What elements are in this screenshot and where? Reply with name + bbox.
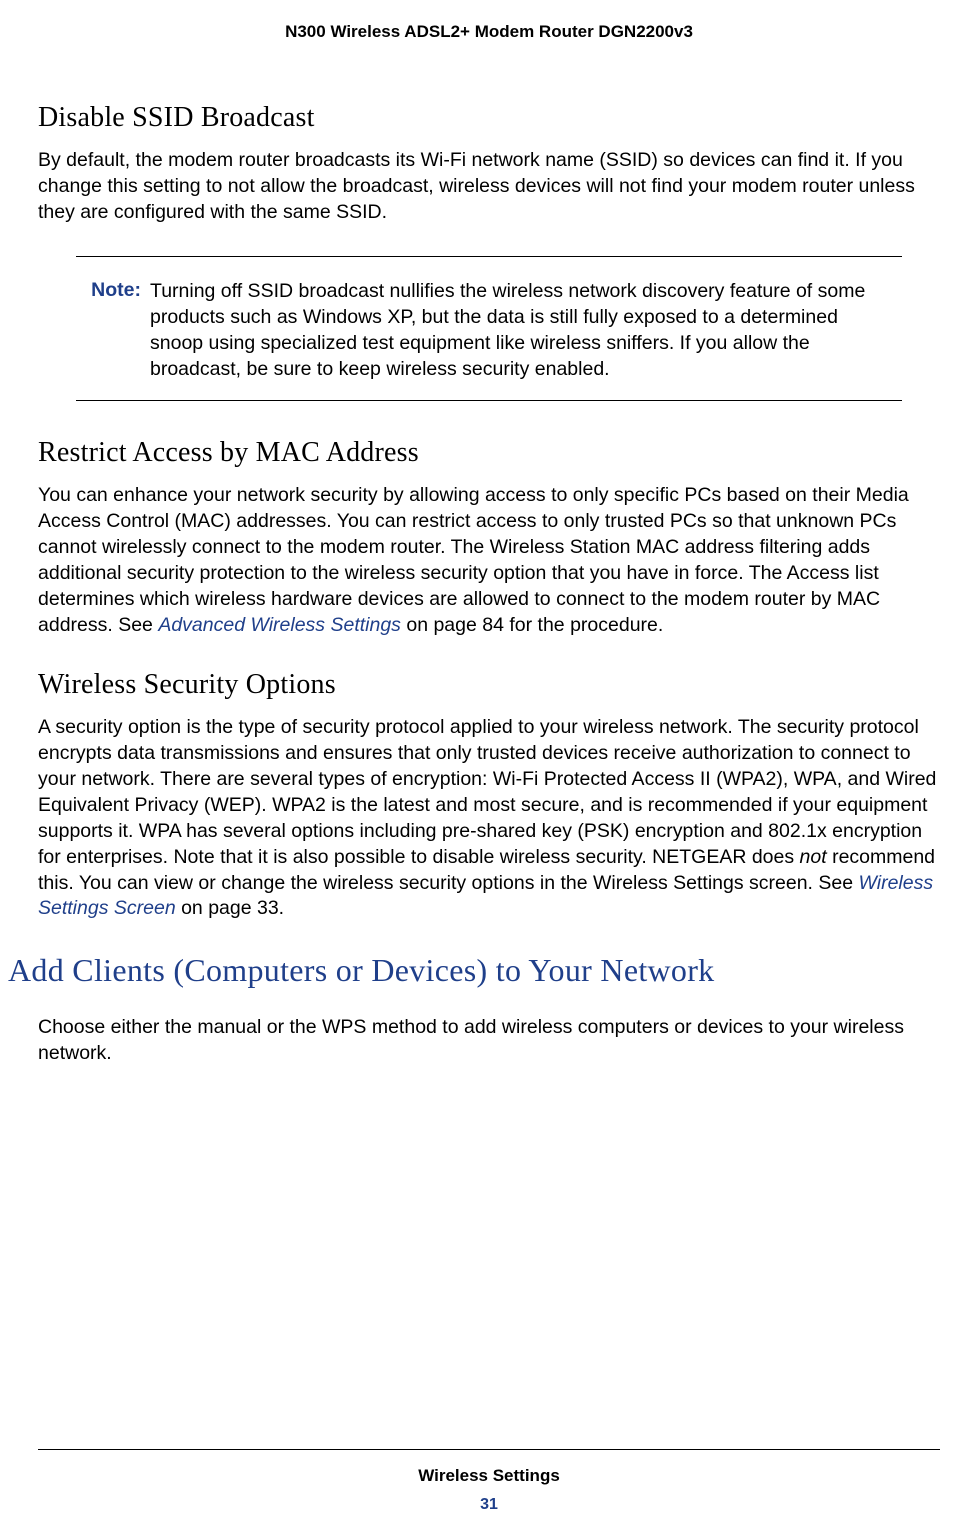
paragraph-security: A security option is the type of securit… xyxy=(38,715,940,922)
note-box: Note: Turning off SSID broadcast nullifi… xyxy=(76,256,902,402)
note-text: Turning off SSID broadcast nullifies the… xyxy=(150,279,874,383)
heading-disable-ssid: Disable SSID Broadcast xyxy=(38,102,940,134)
paragraph-mac: You can enhance your network security by… xyxy=(38,483,940,639)
emphasis-not: not xyxy=(800,846,827,868)
page-number: 31 xyxy=(0,1496,978,1514)
section-security-options: Wireless Security Options A security opt… xyxy=(38,669,940,922)
footer-divider xyxy=(38,1449,940,1450)
heading-add-clients: Add Clients (Computers or Devices) to Yo… xyxy=(0,952,940,989)
security-text-after-link: on page 33. xyxy=(176,897,284,919)
paragraph-ssid: By default, the modem router broadcasts … xyxy=(38,148,940,226)
mac-text-after: on page 84 for the procedure. xyxy=(401,614,663,636)
section-mac-address: Restrict Access by MAC Address You can e… xyxy=(38,437,940,639)
heading-security-options: Wireless Security Options xyxy=(38,669,940,701)
link-advanced-wireless-settings[interactable]: Advanced Wireless Settings xyxy=(158,614,401,636)
heading-mac-address: Restrict Access by MAC Address xyxy=(38,437,940,469)
paragraph-add-clients: Choose either the manual or the WPS meth… xyxy=(38,1015,940,1067)
note-label: Note: xyxy=(84,279,150,302)
page-content: Disable SSID Broadcast By default, the m… xyxy=(0,42,978,1067)
footer-section-title: Wireless Settings xyxy=(0,1466,978,1486)
section-disable-ssid: Disable SSID Broadcast By default, the m… xyxy=(38,102,940,226)
page-footer: Wireless Settings 31 xyxy=(0,1449,978,1514)
document-header-title: N300 Wireless ADSL2+ Modem Router DGN220… xyxy=(0,0,978,42)
